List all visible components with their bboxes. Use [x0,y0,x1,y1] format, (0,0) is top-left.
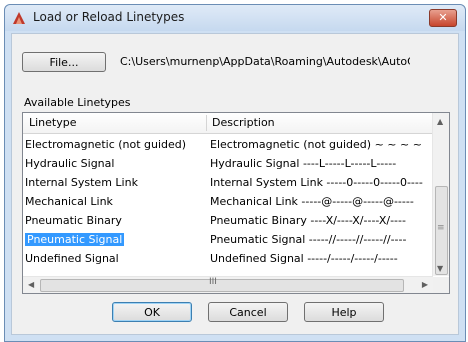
linetype-name: Undefined Signal [25,252,119,265]
list-item[interactable]: Pneumatic Binary Pneumatic Binary ----X/… [23,211,435,230]
linetype-description: Pneumatic Signal -----//-----//-----//--… [210,233,407,246]
available-linetypes-label: Available Linetypes [24,96,131,109]
linetype-name: Pneumatic Binary [25,214,122,227]
scroll-up-arrow-icon[interactable]: ▲ [437,117,443,126]
linetype-description: Electromagnetic (not guided) ~ ~ ~ ~ [210,138,422,151]
linetype-name: Mechanical Link [25,195,113,208]
vertical-scrollbar[interactable]: ▲ ≡ ▼ [432,113,449,276]
title-bar[interactable]: Load or Reload Linetypes ✕ [5,5,465,31]
column-header-description[interactable]: Description [206,113,434,133]
scroll-left-arrow-icon[interactable]: ◀ [28,280,34,289]
file-button[interactable]: File... [22,52,106,72]
linetype-description: Hydraulic Signal ----L-----L-----L----- [210,157,397,170]
linetype-description: Undefined Signal -----/-----/-----/----- [210,252,398,265]
list-item[interactable]: Electromagnetic (not guided) Electromagn… [23,135,435,154]
dialog-title: Load or Reload Linetypes [33,10,185,24]
linetype-dialog: Load or Reload Linetypes ✕ File... C:\Us… [4,4,466,342]
list-item[interactable]: Mechanical Link Mechanical Link -----@--… [23,192,435,211]
linetype-name: Pneumatic Signal [23,230,208,249]
ok-button[interactable]: OK [112,302,192,322]
list-item[interactable]: Undefined Signal Undefined Signal -----/… [23,249,435,268]
linetype-name: Electromagnetic (not guided) [25,138,187,151]
file-path-field: C:\Users\murnenp\AppData\Roaming\Autodes… [120,53,410,71]
dialog-body: File... C:\Users\murnenp\AppData\Roaming… [11,33,459,335]
linetype-name: Hydraulic Signal [25,157,115,170]
linetype-name: Internal System Link [25,176,138,189]
autocad-app-icon [13,12,25,24]
horizontal-scroll-thumb[interactable]: III [40,277,404,292]
linetype-description: Pneumatic Binary ----X/----X/----X/---- [210,214,406,227]
scroll-grip-icon: ≡ [437,223,445,233]
list-item[interactable]: Hydraulic Signal Hydraulic Signal ----L-… [23,154,435,173]
linetype-list[interactable]: Linetype Description Electromagnetic (no… [22,112,450,294]
scrollbar-corner [433,277,449,293]
scroll-down-arrow-icon[interactable]: ▼ [437,264,443,273]
help-button[interactable]: Help [304,302,384,322]
linetype-description: Mechanical Link -----@-----@-----@----- [210,195,414,208]
cancel-button[interactable]: Cancel [208,302,288,322]
horizontal-scrollbar[interactable]: ◀ III ▶ [23,276,433,293]
list-header: Linetype Description [23,113,435,134]
scroll-grip-icon: III [209,277,217,287]
list-item[interactable]: Internal System Link Internal System Lin… [23,173,435,192]
linetype-description: Internal System Link -----0-----0-----0-… [210,176,423,189]
scroll-right-arrow-icon[interactable]: ▶ [422,280,428,289]
vertical-scroll-thumb[interactable]: ≡ [435,186,448,275]
selected-linetype-name: Pneumatic Signal [25,233,125,246]
close-button[interactable]: ✕ [429,9,457,27]
column-header-linetype[interactable]: Linetype [23,113,206,133]
list-item-selected[interactable]: Pneumatic Signal Pneumatic Signal -----/… [23,230,435,249]
